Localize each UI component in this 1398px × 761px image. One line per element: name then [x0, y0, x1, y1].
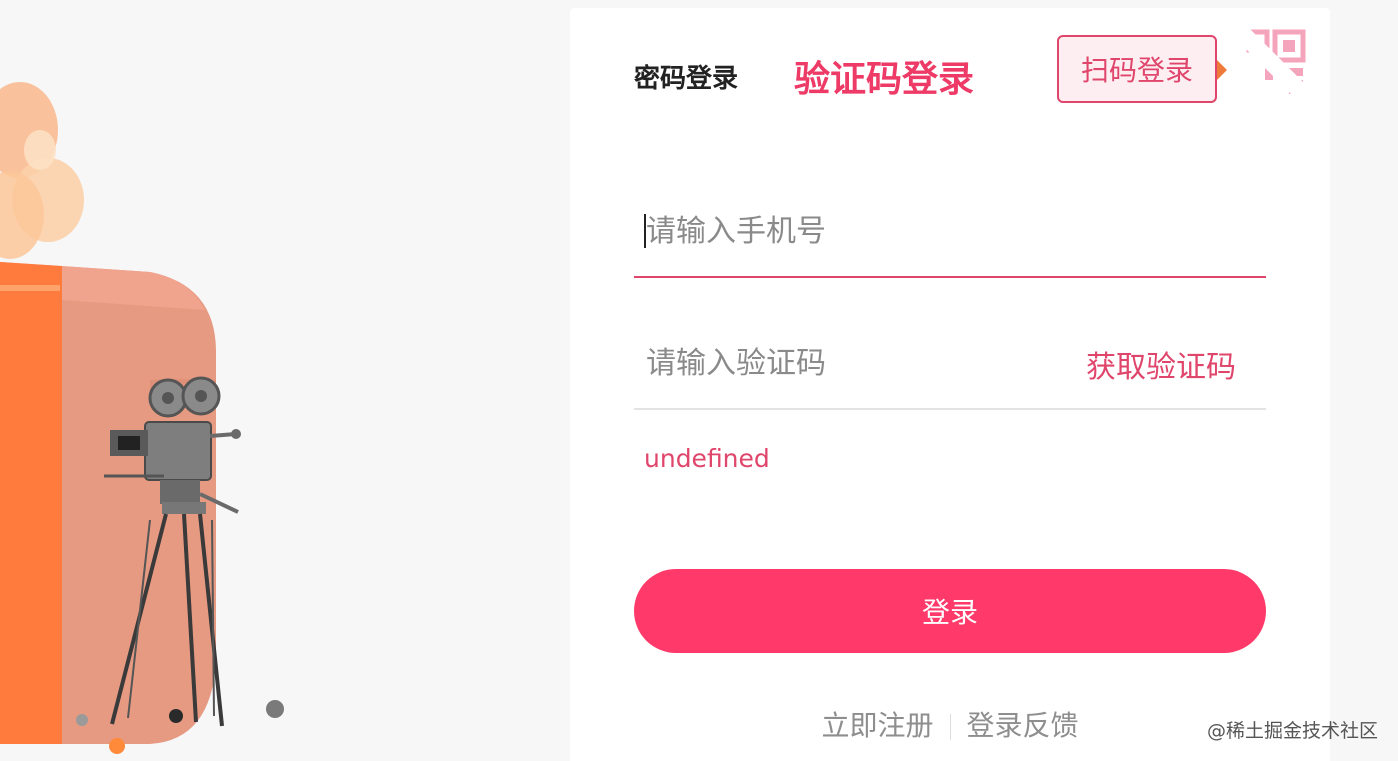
error-message: undefined	[644, 444, 770, 473]
login-button[interactable]: 登录	[634, 569, 1266, 653]
decor-dot	[169, 709, 183, 723]
decor-dot	[76, 714, 88, 726]
page: 密码登录 验证码登录 扫码登录 获取验证码 undefined 登录	[0, 0, 1398, 761]
tab-password-login[interactable]: 密码登录	[634, 58, 738, 95]
get-code-button[interactable]: 获取验证码	[1086, 342, 1236, 386]
ribbon-bow-icon	[0, 82, 84, 259]
qr-login-button[interactable]: 扫码登录	[1057, 35, 1217, 103]
tab-code-login[interactable]: 验证码登录	[794, 50, 974, 102]
decor-dot	[266, 700, 284, 718]
gift-box-camera-illustration	[0, 82, 284, 754]
footer-divider	[949, 714, 951, 740]
login-card: 密码登录 验证码登录 扫码登录 获取验证码 undefined 登录	[570, 8, 1330, 761]
phone-input[interactable]	[644, 206, 1068, 256]
decor-dot	[109, 738, 125, 754]
register-link[interactable]: 立即注册	[821, 709, 933, 742]
verification-code-input[interactable]	[644, 338, 1068, 388]
qr-login-label: 扫码登录	[1080, 54, 1193, 87]
watermark: @稀土掘金技术社区	[1206, 720, 1378, 742]
code-field-row: 获取验证码	[634, 328, 1266, 410]
feedback-link[interactable]: 登录反馈	[967, 709, 1079, 742]
phone-field-row	[634, 196, 1266, 278]
qr-code-icon[interactable]	[1225, 28, 1307, 110]
